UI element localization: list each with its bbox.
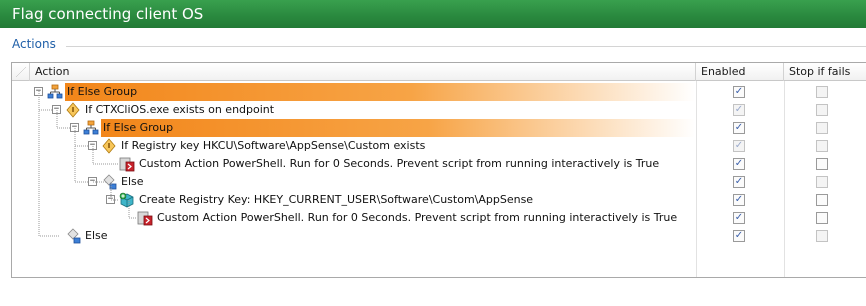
actions-grid: Action Enabled Stop if fails − If Else G… [11, 62, 866, 278]
enabled-checkbox[interactable]: ✓ [733, 140, 745, 152]
window-title: Flag connecting client OS [0, 0, 866, 28]
row-label: Custom Action PowerShell. Run for 0 Seco… [157, 211, 678, 224]
actions-section-label: Actions [12, 37, 56, 51]
enabled-checkbox[interactable]: ✓ [733, 122, 745, 134]
grid-header: Action Enabled Stop if fails [12, 63, 866, 81]
stop-if-fails-checkbox[interactable] [816, 212, 828, 224]
column-header-stop-if-fails[interactable]: Stop if fails [784, 63, 866, 81]
stop-if-fails-checkbox[interactable] [816, 194, 828, 206]
section-divider [66, 46, 866, 47]
enabled-checkbox[interactable]: ✓ [733, 176, 745, 188]
stop-if-fails-checkbox[interactable] [816, 122, 828, 134]
grid-corner[interactable] [12, 63, 30, 81]
enabled-checkbox[interactable]: ✓ [733, 212, 745, 224]
enabled-checkbox[interactable]: ✓ [733, 158, 745, 170]
stop-if-fails-checkbox[interactable] [816, 230, 828, 242]
stop-if-fails-checkbox[interactable] [816, 86, 828, 98]
tree-connector-lines [38, 91, 137, 237]
enabled-checkbox[interactable]: ✓ [733, 194, 745, 206]
stop-if-fails-checkbox[interactable] [816, 104, 828, 116]
stop-if-fails-checkbox[interactable] [816, 140, 828, 152]
stop-if-fails-checkbox[interactable] [816, 158, 828, 170]
enabled-checkbox[interactable]: ✓ [733, 104, 745, 116]
column-header-action[interactable]: Action [30, 63, 696, 81]
enabled-checkbox[interactable]: ✓ [733, 86, 745, 98]
stop-if-fails-checkbox[interactable] [816, 176, 828, 188]
enabled-checkbox[interactable]: ✓ [733, 230, 745, 242]
row-label: Custom Action PowerShell. Run for 0 Seco… [139, 157, 660, 170]
column-header-enabled[interactable]: Enabled [696, 63, 784, 81]
